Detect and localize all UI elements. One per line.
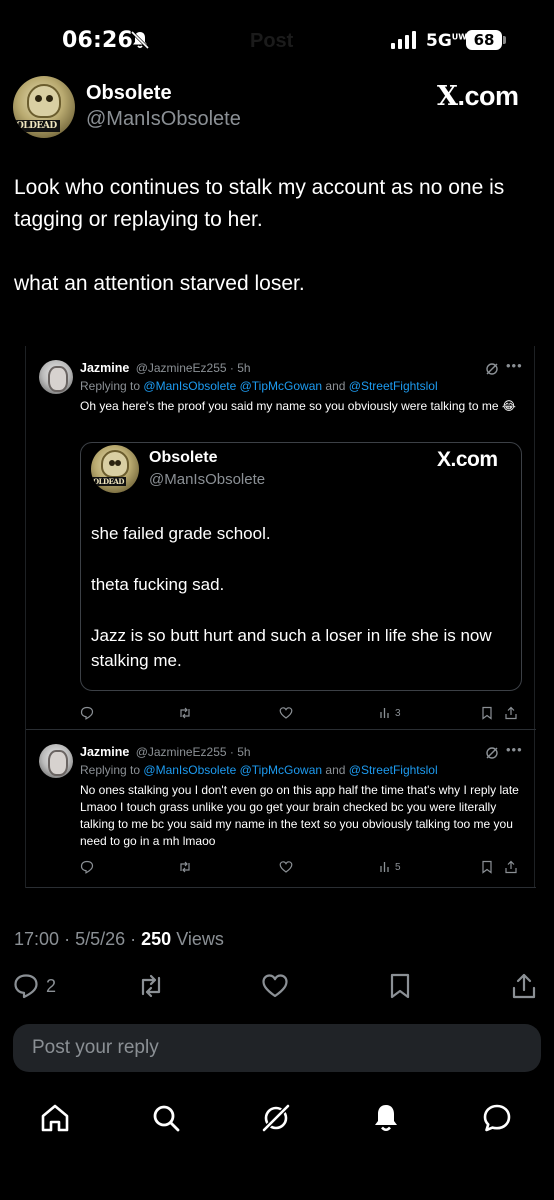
post-actions: 2: [0, 968, 554, 1008]
status-time: 06:26: [62, 28, 134, 53]
post-paragraph: what an attention starved loser.: [14, 272, 305, 295]
post-paragraph: Look who continues to stalk my account a…: [14, 176, 505, 231]
grok-icon: [486, 363, 498, 375]
reply-avatar: [39, 744, 73, 778]
quote-author-handle: @ManIsObsolete: [149, 471, 266, 488]
repost-button[interactable]: [137, 972, 165, 1000]
bookmark-button[interactable]: [386, 972, 414, 1000]
bottom-nav: [0, 1096, 554, 1146]
bell-muted-icon: [130, 30, 150, 50]
bookmark-icon: [390, 973, 410, 999]
reply-input[interactable]: [13, 1024, 541, 1072]
post-time: 17:00: [14, 929, 60, 949]
reply-button[interactable]: 2: [12, 972, 56, 1000]
heart-icon: [262, 974, 288, 998]
bell-icon: [375, 1105, 397, 1132]
quoted-post: OLDEAD Obsolete @ManIsObsolete X.com she…: [80, 442, 522, 691]
more-icon: •••: [506, 742, 523, 757]
home-icon: [41, 1104, 69, 1132]
views-stat: 5: [380, 861, 401, 873]
nav-messages[interactable]: [479, 1100, 515, 1136]
repost-icon: [178, 704, 192, 722]
nav-home[interactable]: [37, 1100, 73, 1136]
battery-cap: [503, 36, 506, 44]
author-avatar[interactable]: OLDEAD: [13, 76, 75, 138]
reply-composer[interactable]: [13, 1024, 541, 1072]
quote-avatar: OLDEAD: [91, 445, 139, 493]
network-type: 5GUW: [426, 31, 468, 51]
replying-to: Replying to @ManIsObsolete @TipMcGowan a…: [80, 763, 438, 777]
reply-actions: 5: [80, 858, 525, 876]
reply-icon: [80, 858, 94, 876]
post-body: Look who continues to stalk my account a…: [14, 172, 534, 332]
author-handle[interactable]: @ManIsObsolete: [86, 108, 241, 131]
quote-paragraph: Jazz is so butt hurt and such a loser in…: [91, 626, 492, 670]
post-meta: 17:00 · 5/5/26 · 250 Views: [14, 929, 224, 949]
battery-level: 68: [466, 30, 502, 50]
reply-avatar: [39, 360, 73, 394]
quote-author-name: Obsolete: [149, 449, 218, 466]
skull-avatar-graphic: [27, 84, 61, 118]
more-icon: •••: [506, 358, 523, 373]
status-ghost-title: Post: [250, 30, 294, 52]
grok-icon: [261, 1103, 291, 1133]
views-stat: 3: [380, 707, 401, 719]
messages-icon: [483, 1104, 511, 1132]
avatar-tag: OLDEAD: [91, 477, 126, 486]
reply-text: Oh yea here's the proof you said my name…: [80, 399, 516, 413]
reply-icon: [80, 704, 94, 722]
repost-icon: [178, 858, 192, 876]
embedded-reply: Jazmine @JazmineEz255 · 5h ••• Replying …: [26, 346, 536, 730]
share-icon: [512, 973, 536, 999]
reply-text: No ones stalking you I don't even go on …: [80, 783, 519, 848]
share-button[interactable]: [510, 972, 538, 1000]
views-count: 250: [141, 929, 172, 949]
quote-paragraph: theta fucking sad.: [91, 575, 225, 594]
repost-icon: [141, 974, 161, 998]
quote-paragraph: she failed grade school.: [91, 524, 271, 543]
nav-grok[interactable]: [258, 1100, 294, 1136]
x-com-watermark: X.com: [437, 81, 519, 112]
replying-to: Replying to @ManIsObsolete @TipMcGowan a…: [80, 379, 438, 393]
x-com-watermark: X.com: [437, 448, 498, 471]
signal-icon: [391, 31, 416, 49]
quote-body: she failed grade school. theta fucking s…: [91, 521, 511, 699]
status-bar: 06:26 Post 5GUW 68: [0, 0, 554, 80]
avatar-tag: OLDEAD: [13, 120, 60, 132]
views-label: Views: [176, 929, 224, 949]
embedded-reply: Jazmine @JazmineEz255 · 5h ••• Replying …: [26, 730, 536, 888]
author-name[interactable]: Obsolete: [86, 82, 172, 105]
reply-header: Jazmine @JazmineEz255 · 5h: [80, 745, 251, 759]
skull-avatar-graphic: [101, 450, 129, 478]
post-date: 5/5/26: [75, 929, 126, 949]
reply-count: 2: [46, 975, 57, 996]
share-icon: [504, 704, 518, 722]
embedded-screenshot[interactable]: Jazmine @JazmineEz255 · 5h ••• Replying …: [25, 346, 536, 888]
like-button[interactable]: [261, 972, 289, 1000]
reply-header: Jazmine @JazmineEz255 · 5h: [80, 361, 251, 375]
search-icon: [153, 1105, 180, 1132]
reply-actions: 3: [80, 704, 525, 722]
grok-icon: [486, 747, 498, 759]
bookmark-icon: [480, 858, 494, 876]
reply-icon: [14, 974, 38, 999]
bookmark-icon: [480, 704, 494, 722]
share-icon: [504, 858, 518, 876]
nav-search[interactable]: [148, 1100, 184, 1136]
heart-icon: [279, 858, 293, 876]
nav-notifications[interactable]: [368, 1100, 404, 1136]
heart-icon: [279, 704, 293, 722]
